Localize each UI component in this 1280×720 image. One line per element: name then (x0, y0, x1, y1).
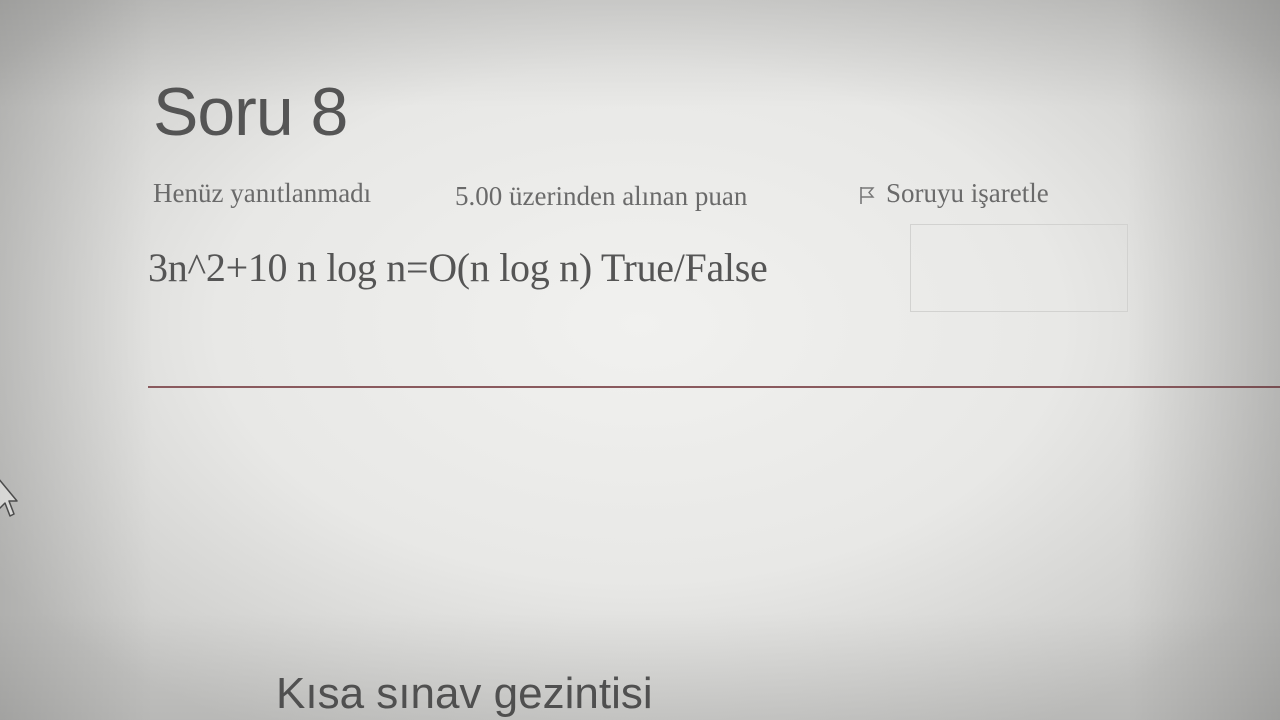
mouse-pointer-icon (0, 479, 18, 517)
answer-input[interactable] (910, 224, 1128, 312)
flag-question-label: Soruyu işaretle (886, 178, 1049, 208)
quiz-screen: Soru 8 Henüz yanıtlanmadı 5.00 üzerinden… (0, 0, 1280, 720)
question-title: Soru 8 (153, 74, 348, 150)
divider (148, 386, 1280, 388)
quiz-navigation-heading: Kısa sınav gezintisi (276, 669, 653, 718)
flag-icon (860, 187, 875, 204)
flag-question-link[interactable]: Soruyu işaretle (858, 178, 1049, 209)
question-status: Henüz yanıtlanmadı (153, 178, 372, 208)
question-points: 5.00 üzerinden alınan puan (455, 181, 748, 211)
question-text: 3n^2+10 n log n=O(n log n) True/False (148, 245, 768, 290)
